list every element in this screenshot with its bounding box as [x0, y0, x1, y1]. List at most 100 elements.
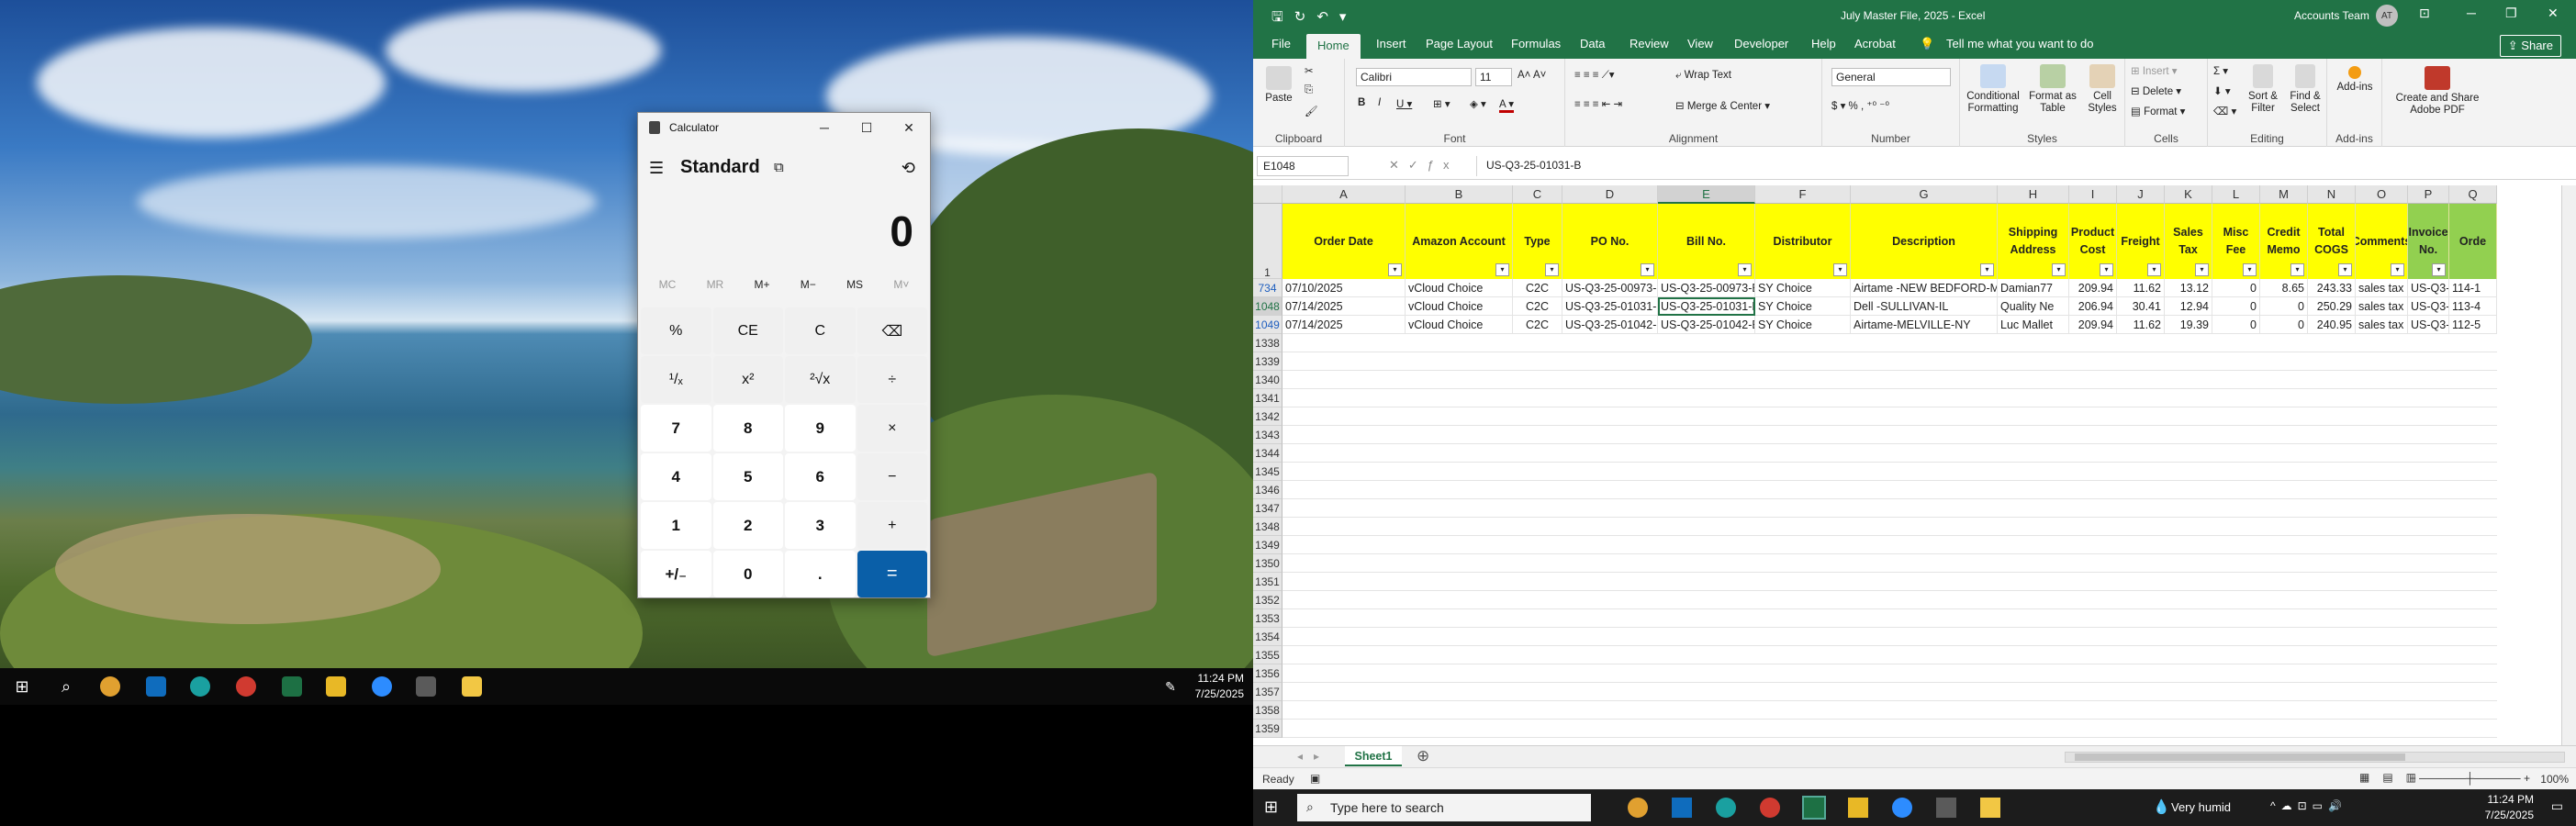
table-cell[interactable]: vCloud Choice	[1406, 297, 1513, 316]
filter-dropdown-icon[interactable]: ▾	[2100, 263, 2113, 276]
italic-icon[interactable]: I	[1378, 97, 1381, 108]
history-icon[interactable]: ⟲	[902, 159, 915, 178]
paste-button[interactable]: Paste	[1262, 66, 1295, 104]
memory-key[interactable]: MR	[707, 278, 724, 300]
empty-row[interactable]	[1282, 554, 2497, 573]
table-header-cell[interactable]: Sales Tax ▾	[2165, 204, 2212, 279]
memory-key[interactable]: MC	[659, 278, 677, 300]
table-cell[interactable]: 0	[2212, 279, 2260, 297]
zoom-slider[interactable]: − ──────┼────── +	[2410, 772, 2530, 785]
excel-icon[interactable]	[1802, 796, 1826, 820]
table-cell[interactable]: 112-5	[2449, 316, 2497, 334]
table-cell[interactable]: C2C	[1513, 316, 1562, 334]
empty-row[interactable]	[1282, 334, 2497, 352]
calc-key[interactable]: ÷	[857, 356, 927, 403]
format-painter-icon[interactable]: 🖌	[1305, 105, 1318, 117]
chrome-profile-icon[interactable]	[1760, 798, 1780, 818]
row-header[interactable]: 1342	[1253, 407, 1282, 426]
autosum-icon[interactable]: Σ ▾	[2213, 64, 2228, 77]
row-header[interactable]: 1048	[1253, 297, 1282, 316]
fill-icon[interactable]: ⬇ ▾	[2213, 84, 2231, 97]
format-as-table-button[interactable]: Format as Table	[2026, 64, 2079, 115]
filter-dropdown-icon[interactable]: ▾	[2290, 263, 2304, 276]
right-clock[interactable]: 11:24 PM 7/25/2025	[2485, 792, 2534, 823]
tab-page-layout[interactable]: Page Layout	[1426, 37, 1493, 50]
weather-text[interactable]: Very humid	[2171, 800, 2231, 814]
table-header-cell[interactable]: Credit Memo ▾	[2260, 204, 2308, 279]
table-cell[interactable]: 11.62	[2117, 316, 2165, 334]
filter-dropdown-icon[interactable]: ▾	[1641, 263, 1654, 276]
row-header[interactable]: 1349	[1253, 536, 1282, 554]
table-cell[interactable]: Luc Mallet	[1998, 316, 2069, 334]
filter-dropdown-icon[interactable]: ▾	[1980, 263, 1994, 276]
table-cell[interactable]: C2C	[1513, 279, 1562, 297]
zoom-icon[interactable]	[364, 672, 400, 701]
empty-row[interactable]	[1282, 352, 2497, 371]
calc-key[interactable]: 5	[712, 453, 783, 500]
name-box[interactable]: E1048	[1257, 156, 1349, 176]
table-cell[interactable]: 11.62	[2117, 279, 2165, 297]
table-header-cell[interactable]: Orde	[2449, 204, 2497, 279]
tell-me-search[interactable]: Tell me what you want to do	[1946, 37, 2093, 50]
calc-key[interactable]: ²√x	[785, 356, 856, 403]
weather-icon[interactable]: 💧	[2153, 798, 2170, 815]
row-header[interactable]: 1049	[1253, 316, 1282, 334]
pen-icon[interactable]: ✎	[1152, 672, 1189, 701]
table-cell[interactable]: sales tax	[2356, 316, 2408, 334]
row-header[interactable]: 1338	[1253, 334, 1282, 352]
empty-row[interactable]	[1282, 664, 2497, 683]
column-header[interactable]: M	[2260, 185, 2308, 204]
table-cell[interactable]: SY Choice	[1755, 316, 1851, 334]
calc-key[interactable]: 7	[641, 405, 711, 452]
tab-view[interactable]: View	[1687, 37, 1713, 50]
table-header-cell[interactable]: Invoice No. ▾	[2408, 204, 2449, 279]
calc-key[interactable]: 1	[641, 502, 711, 549]
table-cell[interactable]: US-Q3-25-01042-B	[1658, 316, 1755, 334]
tab-file[interactable]: File	[1271, 37, 1291, 50]
row-header[interactable]: 734	[1253, 279, 1282, 297]
filter-dropdown-icon[interactable]: ▾	[2432, 263, 2446, 276]
start-icon[interactable]: ⊞	[4, 672, 40, 701]
row-header[interactable]: 1344	[1253, 444, 1282, 463]
row-header[interactable]: 1341	[1253, 389, 1282, 407]
row-header[interactable]: 1346	[1253, 481, 1282, 499]
column-header[interactable]: L	[2212, 185, 2260, 204]
table-cell[interactable]: US-Q3-25-	[2408, 316, 2449, 334]
memory-key[interactable]: MS	[846, 278, 863, 300]
calc-key[interactable]: .	[785, 551, 856, 597]
taskbar-search[interactable]: ⌕ Type here to search	[1297, 794, 1591, 821]
table-cell[interactable]: 30.41	[2117, 297, 2165, 316]
table-cell[interactable]: sales tax	[2356, 297, 2408, 316]
row-header[interactable]: 1340	[1253, 371, 1282, 389]
table-cell[interactable]: vCloud Choice	[1406, 279, 1513, 297]
table-header-cell[interactable]: Bill No. ▾	[1658, 204, 1755, 279]
row-header[interactable]: 1353	[1253, 609, 1282, 628]
empty-row[interactable]	[1282, 628, 2497, 646]
align-left-icon[interactable]: ≡ ≡ ≡ ⇤ ⇥	[1574, 97, 1622, 110]
cut-icon[interactable]: ✂	[1305, 64, 1314, 77]
memory-key[interactable]: M˅	[893, 278, 909, 300]
excel-window[interactable]: 🖫↻↶▾ July Master File, 2025 - Excel Acco…	[1253, 0, 2576, 826]
row-header[interactable]: 1355	[1253, 646, 1282, 664]
filter-dropdown-icon[interactable]: ▾	[1833, 263, 1847, 276]
table-cell[interactable]: Airtame-MELVILLE-NY	[1851, 316, 1998, 334]
filter-dropdown-icon[interactable]: ▾	[2195, 263, 2209, 276]
row-header[interactable]: 1351	[1253, 573, 1282, 591]
outlook-icon[interactable]	[1672, 798, 1692, 818]
quick-access-toolbar[interactable]: 🖫↻↶▾	[1271, 7, 1357, 30]
edge-icon[interactable]	[182, 672, 218, 701]
empty-row[interactable]	[1282, 389, 2497, 407]
tab-acrobat[interactable]: Acrobat	[1854, 37, 1896, 50]
row-header[interactable]: 1347	[1253, 499, 1282, 518]
calc-key[interactable]: x²	[712, 356, 783, 403]
calc-key[interactable]: +/₋	[641, 551, 711, 597]
empty-row[interactable]	[1282, 463, 2497, 481]
empty-row[interactable]	[1282, 444, 2497, 463]
empty-row[interactable]	[1282, 646, 2497, 664]
table-header-cell[interactable]: Amazon Account ▾	[1406, 204, 1513, 279]
table-header-cell[interactable]: Misc Fee ▾	[2212, 204, 2260, 279]
calc-key[interactable]: %	[641, 307, 711, 354]
maximize-icon[interactable]: ☐	[846, 113, 888, 142]
vertical-scrollbar[interactable]	[2561, 185, 2576, 745]
table-header-cell[interactable]: Distributor ▾	[1755, 204, 1851, 279]
